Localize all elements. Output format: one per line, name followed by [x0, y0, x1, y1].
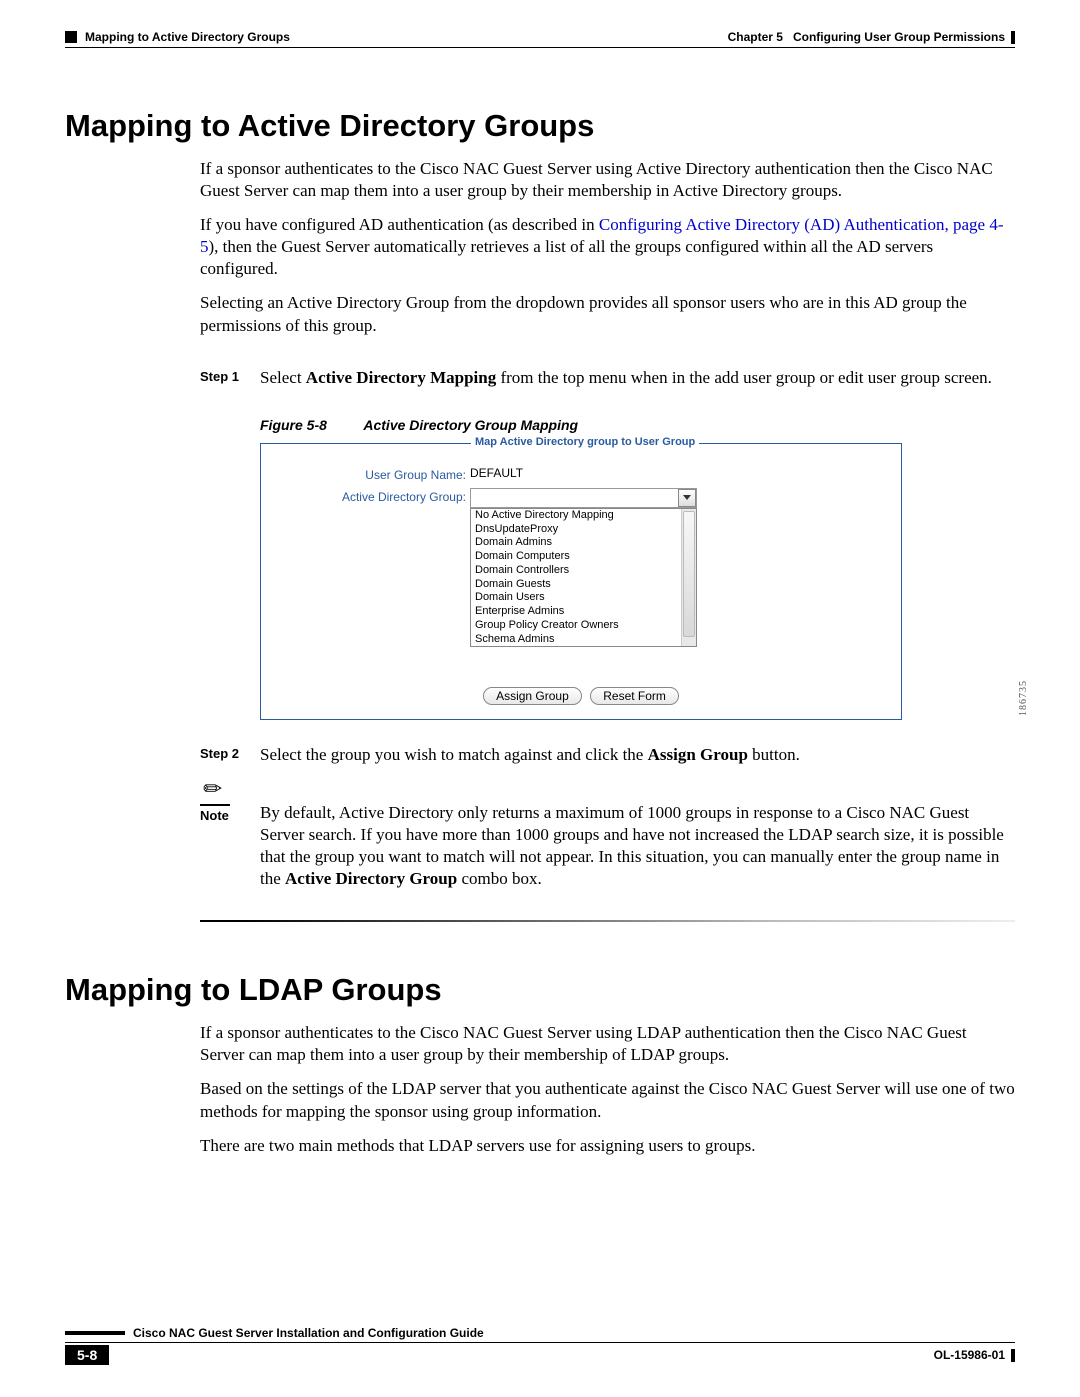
figure-ad-group-mapping: Map Active Directory group to User Group… — [260, 443, 902, 720]
step-text: Select the group you wish to match again… — [260, 744, 1015, 766]
ad-group-dropdown-list[interactable]: No Active Directory Mapping DnsUpdatePro… — [470, 508, 697, 648]
dropdown-option[interactable]: Enterprise Admins — [471, 605, 696, 619]
step-text: Select Active Directory Mapping from the… — [260, 367, 1015, 389]
step-label: Step 2 — [200, 744, 260, 766]
paragraph: Selecting an Active Directory Group from… — [200, 292, 1015, 336]
dropdown-option[interactable]: Domain Controllers — [471, 564, 696, 578]
paragraph: There are two main methods that LDAP ser… — [200, 1135, 1015, 1157]
paragraph: If a sponsor authenticates to the Cisco … — [200, 1022, 1015, 1066]
dropdown-option[interactable]: Domain Admins — [471, 536, 696, 550]
text: from the top menu when in the add user g… — [496, 368, 992, 387]
step-label: Step 1 — [200, 367, 260, 389]
step-1: Step 1 Select Active Directory Mapping f… — [200, 367, 1015, 389]
text: Select the group you wish to match again… — [260, 745, 648, 764]
figure-label: Figure 5-8 — [260, 417, 360, 433]
fieldset-legend: Map Active Directory group to User Group — [471, 436, 699, 448]
dropdown-option[interactable]: DnsUpdateProxy — [471, 523, 696, 537]
note-block: ✎ Note By default, Active Directory only… — [200, 776, 1015, 890]
value-user-group-name: DEFAULT — [470, 466, 523, 480]
step-2: Step 2 Select the group you wish to matc… — [200, 744, 1015, 766]
text: combo box. — [457, 869, 542, 888]
text-bold: Active Directory Mapping — [306, 368, 496, 387]
figure-title: Active Directory Group Mapping — [363, 417, 578, 433]
ad-group-combobox[interactable] — [470, 488, 697, 508]
text: If you have configured AD authentication… — [200, 215, 599, 234]
running-header: Mapping to Active Directory Groups Chapt… — [65, 30, 1015, 44]
heading-ad-mapping: Mapping to Active Directory Groups — [65, 108, 1015, 144]
figure-id: 186735 — [1018, 680, 1029, 716]
header-chapter-title: Configuring User Group Permissions — [793, 30, 1005, 44]
doc-id: OL-15986-01 — [934, 1348, 1005, 1362]
heading-ldap-mapping: Mapping to LDAP Groups — [65, 972, 1015, 1008]
header-rule — [65, 47, 1015, 48]
reset-form-button[interactable]: Reset Form — [590, 687, 679, 705]
text: ), then the Guest Server automatically r… — [200, 237, 933, 278]
footer-bar-icon — [65, 1331, 125, 1335]
header-section-title: Mapping to Active Directory Groups — [85, 30, 290, 44]
scrollbar[interactable] — [681, 509, 696, 647]
footer-rule — [65, 1342, 1015, 1343]
chevron-down-icon — [683, 495, 691, 500]
dropdown-option[interactable]: Schema Admins — [471, 633, 696, 647]
page-number: 5-8 — [65, 1345, 109, 1365]
assign-group-button[interactable]: Assign Group — [483, 687, 582, 705]
paragraph: If a sponsor authenticates to the Cisco … — [200, 158, 1015, 202]
text: Select — [260, 368, 306, 387]
dropdown-option[interactable]: No Active Directory Mapping — [471, 509, 696, 523]
paragraph: Based on the settings of the LDAP server… — [200, 1078, 1015, 1122]
header-chapter-label: Chapter 5 — [728, 30, 783, 44]
text: button. — [748, 745, 800, 764]
label-user-group-name: User Group Name: — [261, 466, 470, 482]
dropdown-arrow-button[interactable] — [678, 489, 696, 507]
figure-caption: Figure 5-8 Active Directory Group Mappin… — [260, 417, 1015, 433]
note-text: By default, Active Directory only return… — [260, 776, 1015, 890]
dropdown-option[interactable]: Domain Users — [471, 591, 696, 605]
dropdown-option[interactable]: Domain Computers — [471, 550, 696, 564]
scrollbar-thumb[interactable] — [683, 511, 695, 638]
text-bold: Assign Group — [648, 745, 748, 764]
paragraph: If you have configured AD authentication… — [200, 214, 1015, 280]
text-bold: Active Directory Group — [285, 869, 457, 888]
section-rule — [200, 920, 1015, 922]
page-footer: Cisco NAC Guest Server Installation and … — [65, 1326, 1015, 1365]
label-ad-group: Active Directory Group: — [261, 488, 470, 504]
header-bar-icon — [1011, 31, 1015, 44]
dropdown-option[interactable]: Group Policy Creator Owners — [471, 619, 696, 633]
header-marker-icon — [65, 31, 77, 43]
dropdown-option[interactable]: Domain Guests — [471, 578, 696, 592]
footer-bar-icon — [1011, 1349, 1015, 1362]
note-label: Note — [200, 808, 260, 823]
footer-guide-title: Cisco NAC Guest Server Installation and … — [133, 1326, 484, 1340]
pencil-icon: ✎ — [198, 773, 229, 804]
